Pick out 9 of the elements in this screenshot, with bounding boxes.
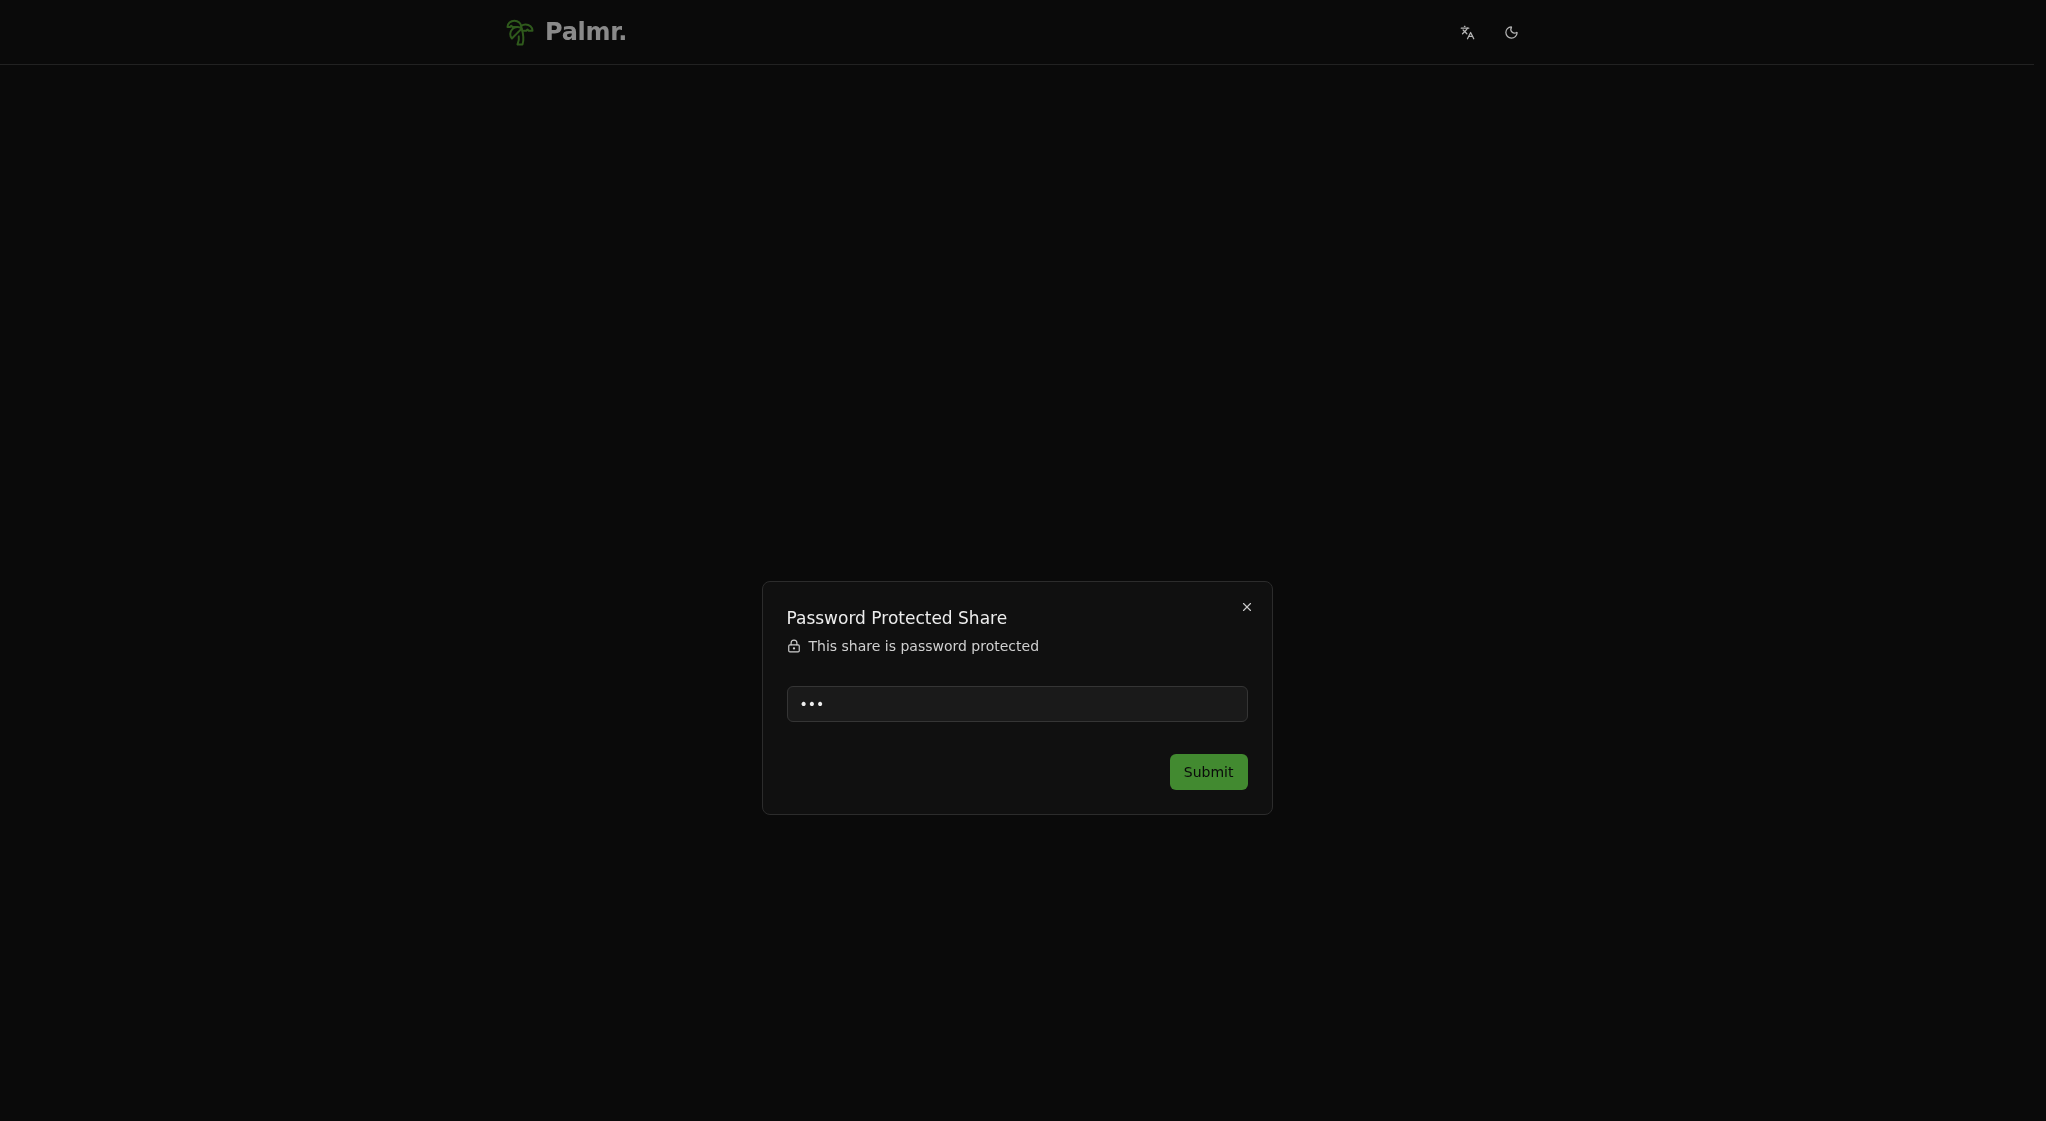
submit-button[interactable]: Submit [1169,754,1248,790]
moon-icon [1503,24,1519,40]
logo-text: Palmr. [545,18,628,46]
dialog-description: This share is password protected [808,637,1040,656]
lock-icon [786,639,801,653]
password-field[interactable]: ••• [786,686,1248,722]
dialog-title: Password Protected Share [786,607,1008,630]
palm-tree-icon [505,17,535,47]
translate-icon [1459,24,1475,40]
